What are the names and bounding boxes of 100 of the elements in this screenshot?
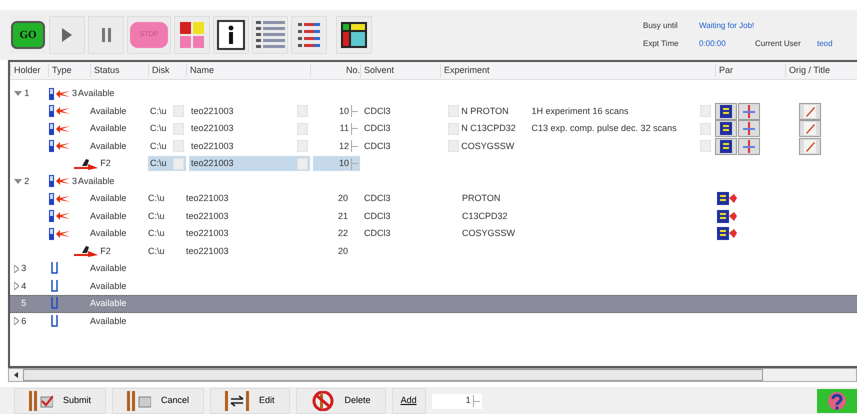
parameter-button[interactable]	[715, 138, 737, 155]
expand-arrow-icon[interactable]	[14, 264, 19, 273]
title-button[interactable]	[799, 138, 821, 155]
submit-button[interactable]: Submit	[14, 388, 106, 414]
tubes-swap-icon	[225, 391, 250, 411]
column-header[interactable]: Holder	[10, 64, 48, 78]
go-label: GO	[11, 21, 45, 49]
list-button[interactable]	[252, 16, 288, 54]
number-spinner[interactable]: 10	[313, 156, 360, 172]
parameter-button[interactable]	[715, 102, 737, 120]
tube-flame-icon	[48, 122, 70, 135]
holder-row[interactable]: 1 3Available	[10, 85, 857, 102]
collapse-arrow-icon[interactable]	[14, 91, 22, 96]
disk-field[interactable]: C:\u	[148, 121, 186, 136]
number-text: 22	[336, 227, 349, 240]
disk-field[interactable]: C:\u	[148, 156, 186, 172]
status-text: Available	[90, 280, 128, 292]
name-text: teo221003	[186, 210, 230, 222]
info-icon	[217, 20, 245, 50]
help-icon	[827, 391, 847, 411]
numbered-list-button[interactable]	[291, 16, 327, 54]
edit-button[interactable]: Edit	[210, 388, 290, 414]
parameter-button[interactable]	[715, 120, 737, 138]
column-header[interactable]: Name	[186, 64, 310, 78]
pencil-icon	[804, 104, 816, 118]
title-button[interactable]	[799, 102, 821, 120]
layout-button[interactable]	[336, 16, 372, 54]
holder-row[interactable]: 2 3Available	[10, 172, 857, 190]
column-header[interactable]: Orig / Title	[785, 64, 857, 78]
grid-button[interactable]	[174, 16, 210, 54]
spectrum-button[interactable]	[738, 102, 760, 120]
transfer-arm-icon	[74, 245, 98, 258]
delete-button[interactable]: Delete	[296, 388, 386, 414]
go-button[interactable]: GO	[10, 16, 46, 54]
status-text: Available	[90, 192, 128, 205]
disk-field[interactable]: C:\u	[148, 104, 186, 119]
column-header[interactable]: Status	[90, 64, 148, 78]
collapse-arrow-icon[interactable]	[14, 178, 22, 184]
name-field[interactable]: teo221003	[189, 104, 310, 119]
name-field[interactable]: teo221003	[189, 121, 310, 136]
name-text: teo221003	[186, 227, 230, 240]
tube-icon	[51, 297, 58, 310]
tube-flame-icon	[48, 175, 70, 188]
column-header[interactable]: Experiment	[440, 64, 715, 78]
disk-text: C:\u	[148, 192, 166, 205]
column-header[interactable]: Type	[48, 64, 90, 78]
add-count-spinner[interactable]: 1	[432, 394, 482, 408]
position-label: F2	[100, 244, 111, 258]
horizontal-scrollbar[interactable]	[8, 368, 857, 382]
parameter-icon	[715, 210, 737, 223]
disk-text: C:\u	[148, 210, 166, 222]
spectrum-button[interactable]	[738, 138, 760, 155]
spectrum-button[interactable]	[738, 120, 760, 138]
prohibited-tube-icon	[310, 391, 335, 411]
title-button[interactable]	[799, 120, 821, 138]
user-value: teod	[817, 38, 834, 50]
status-text: Available	[90, 104, 128, 118]
add-button[interactable]: Add	[392, 388, 426, 414]
column-header[interactable]: No.	[310, 64, 360, 78]
holder-row[interactable]: 3 Available	[10, 260, 857, 278]
cross-icon	[743, 122, 755, 136]
cancel-button[interactable]: Cancel	[112, 388, 204, 414]
document-icon	[720, 104, 732, 118]
tube-flame-icon	[48, 210, 70, 222]
info-button[interactable]	[213, 16, 249, 54]
experiment-text: C13CPD32	[461, 210, 509, 222]
column-header[interactable]: Solvent	[360, 64, 440, 78]
tube-icon	[51, 280, 58, 293]
cross-icon	[743, 140, 755, 153]
tube-flame-icon	[48, 228, 70, 240]
document-icon	[720, 140, 732, 153]
solvent-text: CDCl3	[363, 210, 392, 222]
holder-row[interactable]: 4 Available	[10, 278, 857, 295]
expand-arrow-icon[interactable]	[14, 282, 19, 290]
column-header[interactable]: Disk	[148, 64, 186, 78]
tube-icon	[51, 314, 58, 328]
help-button[interactable]	[817, 389, 857, 413]
name-field[interactable]: teo221003	[189, 138, 310, 154]
document-icon	[720, 122, 732, 136]
scroll-left-icon[interactable]	[12, 371, 20, 379]
status-text: Available	[78, 174, 116, 188]
name-field[interactable]: teo221003	[189, 156, 310, 172]
busy-label: Busy until	[643, 20, 679, 32]
holder-number: 4	[21, 280, 26, 292]
tube-flame-icon	[48, 88, 70, 100]
disk-field[interactable]: C:\u	[148, 138, 186, 154]
holder-row[interactable]: 6 Available	[10, 312, 857, 330]
colored-squares-icon	[180, 22, 204, 48]
pause-icon	[102, 28, 110, 42]
holder-number: 1	[24, 87, 30, 100]
solvent-text: CDCl3	[363, 122, 392, 135]
number-text: 20	[336, 244, 349, 258]
play-button[interactable]	[49, 16, 85, 54]
expand-arrow-icon[interactable]	[14, 317, 19, 326]
parameter-icon	[715, 192, 737, 206]
name-text: teo221003	[186, 244, 230, 258]
name-text: teo221003	[186, 192, 230, 205]
column-header[interactable]: Par	[715, 64, 785, 78]
pause-button[interactable]	[88, 16, 124, 54]
status-text: Available	[90, 140, 128, 152]
